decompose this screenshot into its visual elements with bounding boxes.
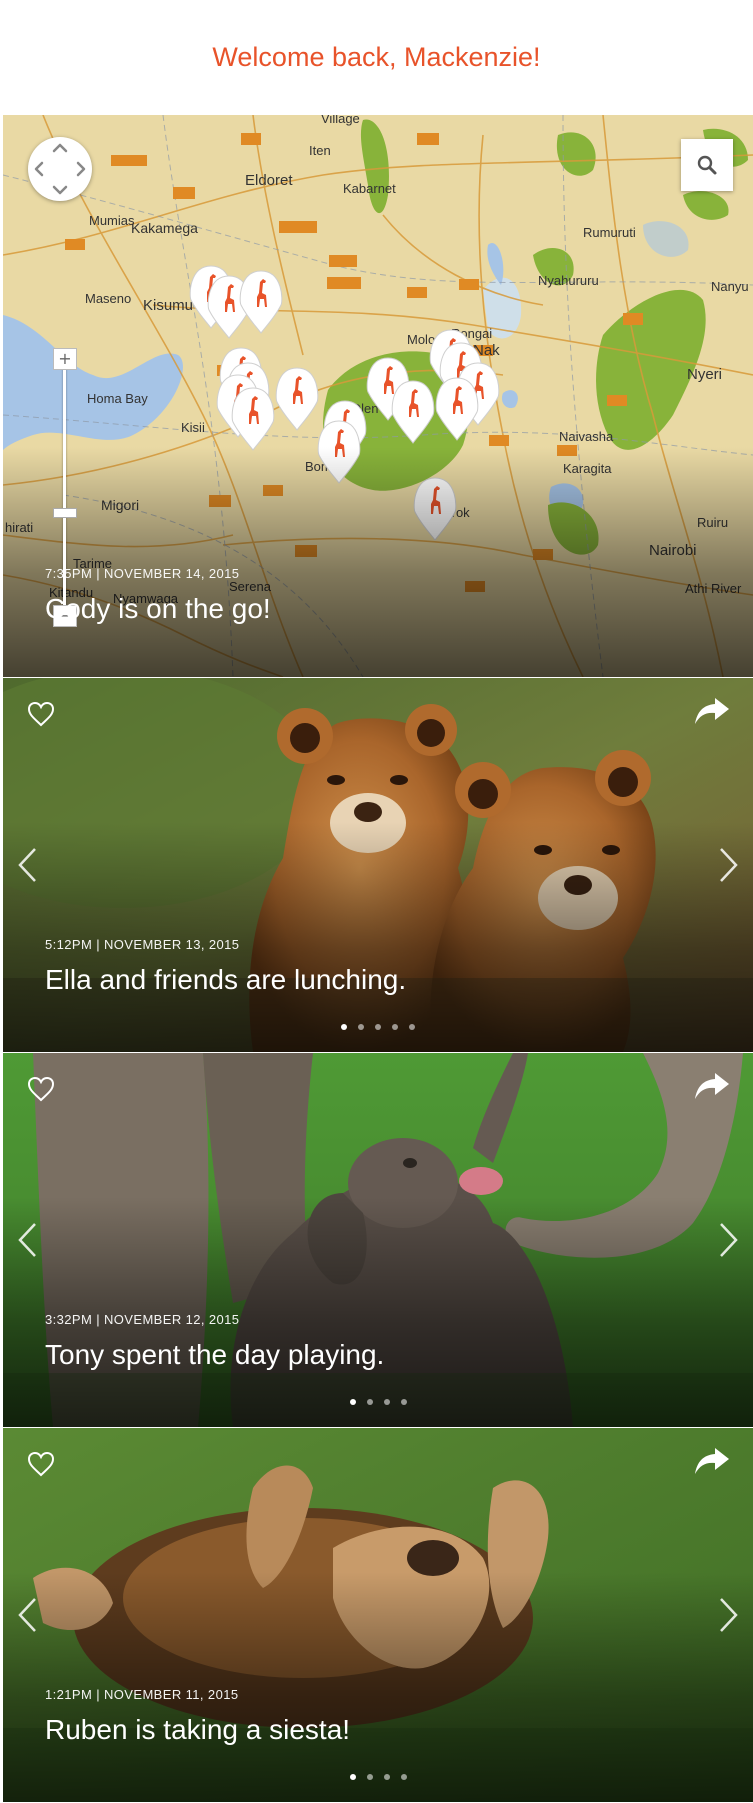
map-search-button[interactable]: [681, 139, 733, 191]
svg-text:Olen: Olen: [351, 401, 378, 416]
carousel-dots[interactable]: [3, 1399, 753, 1405]
carousel-dot[interactable]: [375, 1024, 381, 1030]
svg-text:Molo: Molo: [407, 332, 435, 347]
carousel-dot[interactable]: [409, 1024, 415, 1030]
search-icon: [697, 155, 717, 175]
svg-text:Kakamega: Kakamega: [131, 220, 198, 236]
svg-text:Eldoret: Eldoret: [245, 172, 293, 189]
post-title: Tony spent the day playing.: [45, 1339, 385, 1370]
svg-text:Kisii: Kisii: [181, 420, 205, 435]
heart-icon[interactable]: [26, 1450, 56, 1478]
svg-text:Rongai: Rongai: [451, 326, 492, 341]
share-icon[interactable]: [693, 696, 731, 726]
photo-card-elephant[interactable]: 3:32PM | NOVEMBER 12, 2015 Tony spent th…: [3, 1053, 753, 1427]
photo-card-lion[interactable]: 1:21PM | NOVEMBER 11, 2015 Ruben is taki…: [3, 1428, 753, 1802]
svg-text:Maseno: Maseno: [85, 291, 131, 306]
map-card[interactable]: Village Iten Eldoret Kabarnet Mumias Kak…: [3, 115, 753, 677]
carousel-dot[interactable]: [349, 1399, 356, 1405]
carousel-dot[interactable]: [349, 1774, 356, 1780]
card-caption: 5:12PM | NOVEMBER 13, 2015 Ella and frie…: [45, 937, 406, 996]
card-caption: 3:32PM | NOVEMBER 12, 2015 Tony spent th…: [45, 1312, 384, 1371]
carousel-dot[interactable]: [366, 1774, 373, 1780]
zoom-slider-handle[interactable]: [53, 508, 77, 518]
svg-text:Village: Village: [321, 115, 360, 126]
carousel-dot[interactable]: [392, 1024, 398, 1030]
map-caption: 7:35PM | NOVEMBER 14, 2015 Cody is on th…: [45, 566, 271, 625]
svg-text:Bosta: Bosta: [321, 431, 355, 446]
chevron-left-icon[interactable]: [15, 1595, 39, 1635]
carousel-dot[interactable]: [383, 1399, 390, 1405]
svg-text:Kisumu: Kisumu: [143, 297, 193, 314]
carousel-dot[interactable]: [366, 1399, 373, 1405]
card-caption: 1:21PM | NOVEMBER 11, 2015 Ruben is taki…: [45, 1687, 350, 1746]
carousel-dot[interactable]: [341, 1024, 347, 1030]
carousel-dots[interactable]: [3, 1774, 753, 1780]
svg-text:Mumias: Mumias: [89, 213, 135, 228]
chevron-right-icon[interactable]: [717, 1595, 741, 1635]
svg-text:Naivasha: Naivasha: [559, 429, 614, 444]
post-timestamp: 5:12PM | NOVEMBER 13, 2015: [45, 937, 240, 952]
carousel-dot[interactable]: [400, 1774, 407, 1780]
svg-text:Rumuruti: Rumuruti: [583, 225, 636, 240]
post-title: Ella and friends are lunching.: [45, 964, 407, 995]
zoom-in-button[interactable]: +: [53, 348, 77, 370]
welcome-title: Welcome back, Mackenzie!: [212, 42, 541, 72]
carousel-dot[interactable]: [400, 1399, 407, 1405]
heart-icon[interactable]: [26, 1075, 56, 1103]
heart-icon[interactable]: [26, 700, 56, 728]
chevron-left-icon[interactable]: [15, 845, 39, 885]
svg-text:Nak: Nak: [473, 342, 500, 359]
carousel-dot[interactable]: [358, 1024, 364, 1030]
carousel-dot[interactable]: [383, 1774, 390, 1780]
chevron-right-icon[interactable]: [717, 1220, 741, 1260]
chevron-right-icon[interactable]: [717, 845, 741, 885]
post-timestamp: 1:21PM | NOVEMBER 11, 2015: [45, 1687, 239, 1702]
post-timestamp: 7:35PM | NOVEMBER 14, 2015: [45, 566, 240, 581]
svg-text:Nanyu: Nanyu: [711, 279, 749, 294]
post-title: Cody is on the go!: [45, 593, 271, 624]
chevron-left-icon[interactable]: [15, 1220, 39, 1260]
header: Welcome back, Mackenzie!: [0, 0, 753, 115]
post-timestamp: 3:32PM | NOVEMBER 12, 2015: [45, 1312, 240, 1327]
photo-card-lion-cubs[interactable]: 5:12PM | NOVEMBER 13, 2015 Ella and frie…: [3, 678, 753, 1052]
map-caption-shade: [3, 447, 753, 677]
svg-text:Iten: Iten: [309, 143, 331, 158]
pan-arrows-icon: [34, 143, 86, 195]
share-icon[interactable]: [693, 1071, 731, 1101]
svg-text:one: one: [409, 401, 431, 416]
svg-text:Nyahururu: Nyahururu: [538, 273, 599, 288]
post-title: Ruben is taking a siesta!: [45, 1714, 351, 1745]
svg-text:Nyeri: Nyeri: [687, 366, 722, 383]
svg-text:Kabarnet: Kabarnet: [343, 181, 396, 196]
svg-text:Homa Bay: Homa Bay: [87, 391, 148, 406]
share-icon[interactable]: [693, 1446, 731, 1476]
carousel-dots[interactable]: [3, 1024, 753, 1030]
pan-control[interactable]: [28, 137, 92, 201]
